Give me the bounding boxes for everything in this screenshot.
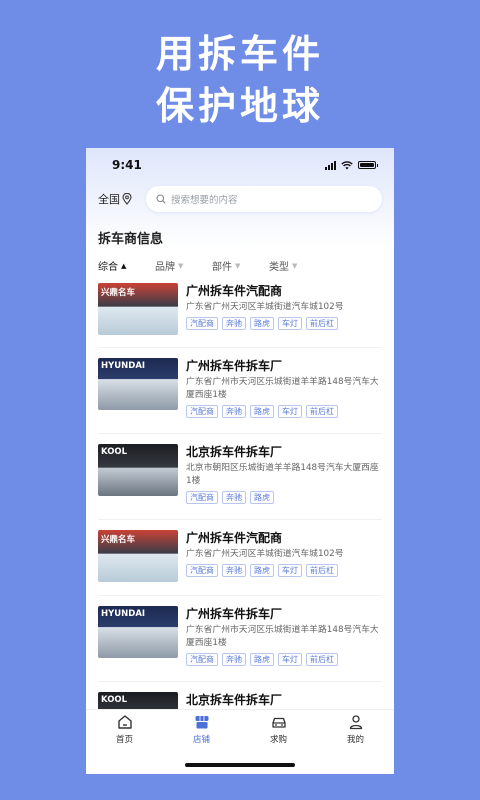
- store-photo: 兴鼎名车: [98, 283, 178, 335]
- car-icon: [271, 717, 286, 728]
- store-photo: HYUNDAI: [98, 606, 178, 658]
- tag: 汽配商: [186, 405, 218, 418]
- tag: 汽配商: [186, 317, 218, 330]
- store-photo: 兴鼎名车: [98, 530, 178, 582]
- home-icon: [117, 715, 132, 729]
- store-icon: [195, 716, 208, 729]
- tag: 路虎: [250, 317, 274, 330]
- tag: 奔驰: [222, 653, 246, 666]
- list-item[interactable]: HYUNDAI 广州拆车件拆车厂 广东省广州市天河区乐城街道羊羊路148号汽车大…: [98, 348, 382, 434]
- tag: 汽配商: [186, 491, 218, 504]
- tag-list: 汽配商 奔驰 路虎 车灯 前后杠: [186, 317, 382, 330]
- tag: 前后杠: [306, 653, 338, 666]
- tag: 奔驰: [222, 564, 246, 577]
- dealer-name: 北京拆车件拆车厂: [186, 445, 283, 459]
- region-selector[interactable]: 全国: [98, 191, 146, 207]
- tag: 路虎: [250, 491, 274, 504]
- tag: 前后杠: [306, 317, 338, 330]
- tab-store[interactable]: 店铺: [163, 714, 240, 754]
- promo-line-1: 用拆车件: [155, 32, 324, 76]
- search-icon: [156, 194, 166, 204]
- caret-down-icon: ▼: [178, 261, 184, 270]
- tab-mine[interactable]: 我的: [317, 714, 394, 754]
- tag-list: 汽配商 奔驰 路虎: [186, 491, 382, 504]
- search-input[interactable]: 搜索想要的内容: [146, 186, 382, 212]
- search-bar: 全国 搜索想要的内容: [98, 186, 382, 212]
- sort-up-icon: ▲: [121, 261, 127, 270]
- tag: 车灯: [278, 564, 302, 577]
- promo-line-2: 保护地球: [155, 84, 324, 128]
- tag: 前后杠: [306, 564, 338, 577]
- wifi-icon: [341, 160, 353, 169]
- dealer-name: 广州拆车件拆车厂: [186, 359, 283, 373]
- tag: 前后杠: [306, 405, 338, 418]
- dealer-list: 兴鼎名车 广州拆车件汽配商 广东省广州天河区羊城街道汽车城102号 汽配商 奔驰…: [98, 280, 382, 765]
- caret-down-icon: ▼: [292, 261, 298, 270]
- tab-home[interactable]: 首页: [86, 714, 163, 754]
- battery-icon: [358, 161, 378, 169]
- status-time: 9:41: [112, 158, 142, 172]
- tag: 汽配商: [186, 653, 218, 666]
- list-item[interactable]: 兴鼎名车 广州拆车件汽配商 广东省广州天河区羊城街道汽车城102号 汽配商 奔驰…: [98, 280, 382, 348]
- dealer-name: 广州拆车件汽配商: [186, 531, 283, 545]
- filter-part[interactable]: 部件 ▼: [212, 258, 269, 274]
- bottom-tab-bar: 首页 店铺 求购 我的: [86, 709, 394, 774]
- tag: 路虎: [250, 653, 274, 666]
- filter-brand[interactable]: 品牌 ▼: [155, 258, 212, 274]
- tag: 车灯: [278, 653, 302, 666]
- dealer-address: 北京市朝阳区乐城街道羊羊路148号汽车大厦西座1楼: [186, 463, 379, 486]
- tag: 车灯: [278, 405, 302, 418]
- list-item[interactable]: HYUNDAI 广州拆车件拆车厂 广东省广州市天河区乐城街道羊羊路148号汽车大…: [98, 596, 382, 682]
- home-indicator: [185, 763, 295, 767]
- tag-list: 汽配商 奔驰 路虎 车灯 前后杠: [186, 564, 382, 577]
- caret-down-icon: ▼: [235, 261, 241, 270]
- promo-headline: 用拆车件 保护地球: [0, 28, 480, 132]
- filter-type[interactable]: 类型 ▼: [269, 258, 326, 274]
- list-item[interactable]: KOOL 北京拆车件拆车厂 北京市朝阳区乐城街道羊羊路148号汽车大厦西座1楼 …: [98, 434, 382, 520]
- tag: 汽配商: [186, 564, 218, 577]
- filter-bar: 综合 ▲ 品牌 ▼ 部件 ▼ 类型 ▼: [98, 258, 326, 274]
- tab-wanted[interactable]: 求购: [240, 714, 317, 754]
- status-bar: 9:41: [86, 148, 394, 182]
- cellular-signal-icon: [325, 160, 336, 170]
- region-label: 全国: [98, 193, 120, 206]
- dealer-address: 广东省广州市天河区乐城街道羊羊路148号汽车大厦西座1楼: [186, 377, 379, 400]
- dealer-address: 广东省广州天河区羊城街道汽车城102号: [186, 549, 344, 559]
- dealer-address: 广东省广州天河区羊城街道汽车城102号: [186, 302, 344, 312]
- tag: 路虎: [250, 564, 274, 577]
- tag-list: 汽配商 奔驰 路虎 车灯 前后杠: [186, 653, 382, 666]
- filter-comprehensive[interactable]: 综合 ▲: [98, 258, 155, 274]
- store-photo: KOOL: [98, 444, 178, 496]
- dealer-name: 广州拆车件汽配商: [186, 284, 283, 298]
- user-icon: [349, 715, 362, 730]
- tag: 路虎: [250, 405, 274, 418]
- tag: 奔驰: [222, 491, 246, 504]
- section-title: 拆车商信息: [98, 232, 164, 247]
- tag: 奔驰: [222, 317, 246, 330]
- tag: 车灯: [278, 317, 302, 330]
- dealer-name: 广州拆车件拆车厂: [186, 607, 283, 621]
- store-photo: HYUNDAI: [98, 358, 178, 410]
- tag: 奔驰: [222, 405, 246, 418]
- search-placeholder: 搜索想要的内容: [171, 195, 238, 206]
- dealer-name: 北京拆车件拆车厂: [186, 693, 283, 707]
- tag-list: 汽配商 奔驰 路虎 车灯 前后杠: [186, 405, 382, 418]
- location-pin-icon: [122, 193, 132, 205]
- list-item[interactable]: 兴鼎名车 广州拆车件汽配商 广东省广州天河区羊城街道汽车城102号 汽配商 奔驰…: [98, 520, 382, 596]
- phone-screen: 9:41 全国 搜索想要的内容 拆车商信息 综合 ▲ 品牌 ▼ 部件 ▼ 类型 …: [86, 148, 394, 774]
- dealer-address: 广东省广州市天河区乐城街道羊羊路148号汽车大厦西座1楼: [186, 625, 379, 648]
